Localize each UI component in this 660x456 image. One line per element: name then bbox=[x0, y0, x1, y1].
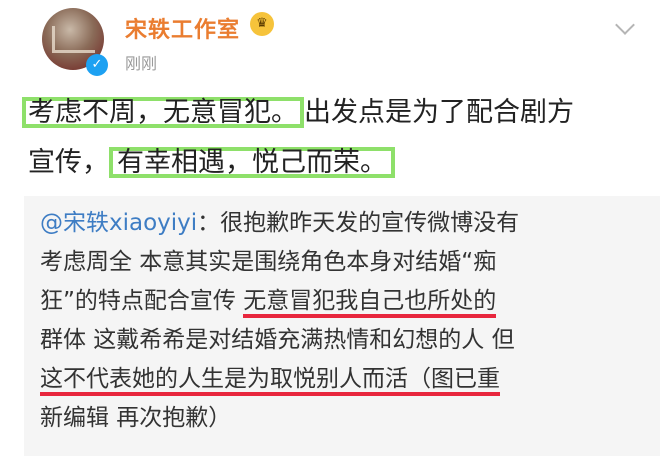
quote-line-3-pre: 狂”的特点配合宣传 bbox=[40, 288, 244, 314]
crown-icon: ♛ bbox=[250, 12, 274, 36]
quoted-text: @宋轶xiaoyiyi：很抱歉昨天发的宣传微博没有 考虑周全 本意其实是围绕角色… bbox=[40, 204, 650, 438]
post-line-2: 宣传， 有幸相遇，悦己而荣。 bbox=[28, 138, 638, 188]
highlighted-apology: 考虑不周，无意冒犯。 bbox=[22, 97, 304, 128]
post-time: 刚刚 bbox=[125, 54, 158, 73]
quote-line-5: 这不代表她的人生是为取悦别人而活（图已重 bbox=[40, 360, 650, 399]
post-body: 考虑不周，无意冒犯。 出发点是为了配合剧方 宣传， 有幸相遇，悦己而荣。 bbox=[28, 88, 638, 188]
quote-line-1: @宋轶xiaoyiyi：很抱歉昨天发的宣传微博没有 bbox=[40, 204, 650, 243]
quoted-repost[interactable]: @宋轶xiaoyiyi：很抱歉昨天发的宣传微博没有 考虑周全 本意其实是围绕角色… bbox=[24, 196, 660, 456]
v-badge-icon: ✓ bbox=[86, 54, 108, 76]
post-header: ✓ 宋轶工作室 ♛ 刚刚 bbox=[0, 0, 660, 85]
quote-line-2: 考虑周全 本意其实是围绕角色本身对结婚“痴 bbox=[40, 249, 497, 275]
quote-line-6: 新编辑 再次抱歉） bbox=[40, 405, 232, 431]
post-line-1-rest: 出发点是为了配合剧方 bbox=[304, 97, 574, 128]
quote-line-4: 群体 这戴希希是对结婚充满热情和幻想的人 但 bbox=[40, 327, 515, 353]
quote-line-1-rest: ：很抱歉昨天发的宣传微博没有 bbox=[197, 210, 520, 236]
avatar-logo-icon bbox=[52, 26, 95, 53]
underlined-phrase-2: 这不代表她的人生是为取悦别人而活（图已重 bbox=[40, 366, 500, 396]
account-name[interactable]: 宋轶工作室 bbox=[125, 12, 240, 44]
mention-link[interactable]: @宋轶xiaoyiyi bbox=[40, 210, 197, 236]
highlighted-phrase: 有幸相遇，悦己而荣。 bbox=[109, 147, 395, 178]
chevron-down-icon[interactable] bbox=[615, 15, 635, 35]
quote-line-3: 狂”的特点配合宣传 无意冒犯我自己也所处的 bbox=[40, 282, 650, 321]
post-line-2-pre: 宣传， bbox=[28, 147, 109, 178]
post-line-1: 考虑不周，无意冒犯。 出发点是为了配合剧方 bbox=[28, 88, 638, 138]
underlined-phrase-1: 无意冒犯我自己也所处的 bbox=[243, 288, 497, 318]
